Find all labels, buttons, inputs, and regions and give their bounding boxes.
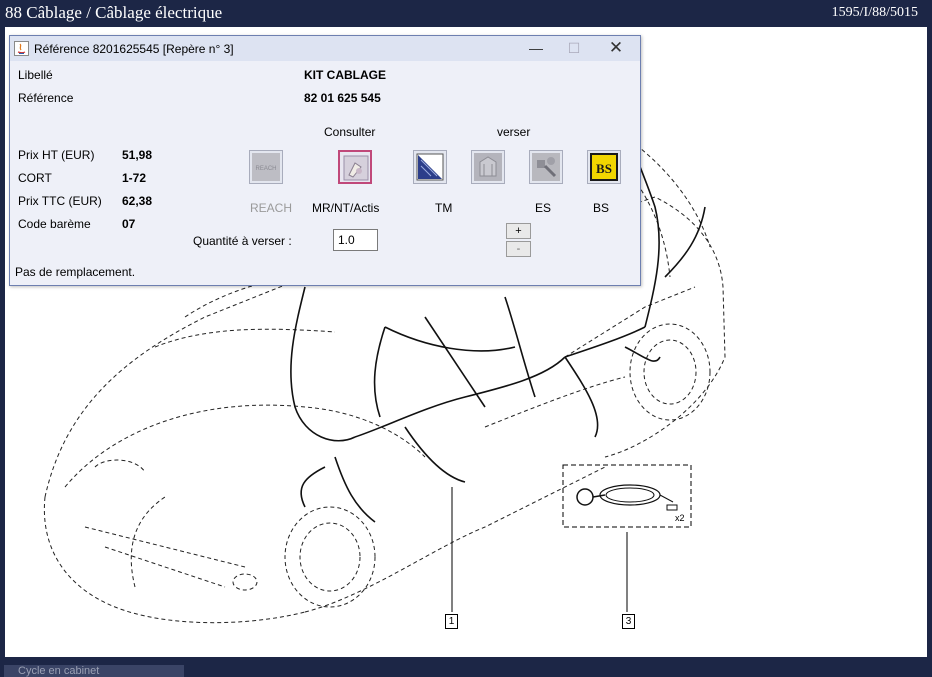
dialog-title: Référence 8201625545 [Repère n° 3]	[34, 42, 234, 56]
increment-button[interactable]: +	[506, 223, 531, 239]
page-title: 88 Câblage / Câblage électrique	[5, 3, 223, 22]
verser-disabled-button[interactable]	[471, 150, 505, 184]
reference-label: Référence	[18, 91, 74, 105]
libelle-value: KIT CABLAGE	[304, 68, 386, 82]
svg-text:REACH: REACH	[255, 166, 276, 172]
callout-3[interactable]: 3	[622, 614, 635, 629]
code-bareme-label: Code barème	[18, 217, 91, 231]
java-app-icon	[14, 41, 29, 56]
dialog-title-bar[interactable]: Référence 8201625545 [Repère n° 3] — ☐ ✕	[10, 36, 640, 61]
bottom-tab[interactable]: Cycle en cabinet	[4, 665, 184, 677]
bottom-bar: Cycle en cabinet	[0, 657, 932, 677]
minimize-button[interactable]: —	[518, 38, 554, 59]
prix-ht-label: Prix HT (EUR)	[18, 148, 95, 162]
reference-dialog: Référence 8201625545 [Repère n° 3] — ☐ ✕…	[9, 35, 641, 286]
es-button[interactable]	[529, 150, 563, 184]
quantity-label: Quantité à verser :	[193, 234, 292, 248]
frame-right	[927, 27, 932, 667]
decrement-button[interactable]: -	[506, 241, 531, 257]
document-search-icon	[343, 155, 369, 181]
bs-icon: BS	[590, 153, 618, 181]
detail-quantity-label: x2	[675, 513, 685, 523]
reference-value: 82 01 625 545	[304, 91, 381, 105]
es-label: ES	[535, 201, 552, 215]
cort-label: CORT	[18, 171, 52, 185]
es-tool-icon	[532, 153, 560, 181]
consulter-heading: Consulter	[324, 125, 376, 139]
prix-ht-value: 51,98	[122, 148, 153, 162]
code-bareme-value: 07	[122, 217, 136, 231]
svg-text:BS: BS	[596, 161, 612, 176]
tm-label: TM	[435, 201, 453, 215]
callout-1[interactable]: 1	[445, 614, 458, 629]
verser-heading: verser	[497, 125, 531, 139]
status-text: Pas de remplacement.	[15, 265, 136, 279]
building-icon	[474, 153, 502, 181]
close-button[interactable]: ✕	[598, 38, 634, 59]
cort-value: 1-72	[122, 171, 147, 185]
quantity-input[interactable]	[333, 229, 378, 251]
bs-button[interactable]: BS	[587, 150, 621, 184]
app-title-bar: 88 Câblage / Câblage électrique 1595/I/8…	[0, 0, 932, 27]
reach-label: REACH	[250, 201, 293, 215]
tm-chart-icon	[416, 153, 444, 181]
bs-label: BS	[593, 201, 610, 215]
reach-button[interactable]: REACH	[249, 150, 283, 184]
reference-code: 1595/I/88/5015	[831, 5, 918, 20]
maximize-button[interactable]: ☐	[556, 38, 592, 59]
mr-nt-actis-button[interactable]	[338, 150, 372, 184]
tm-button[interactable]	[413, 150, 447, 184]
prix-ttc-label: Prix TTC (EUR)	[18, 194, 102, 208]
reach-icon: REACH	[252, 153, 280, 181]
prix-ttc-value: 62,38	[122, 194, 153, 208]
mr-nt-actis-label: MR/NT/Actis	[312, 201, 380, 215]
libelle-label: Libellé	[18, 68, 53, 82]
